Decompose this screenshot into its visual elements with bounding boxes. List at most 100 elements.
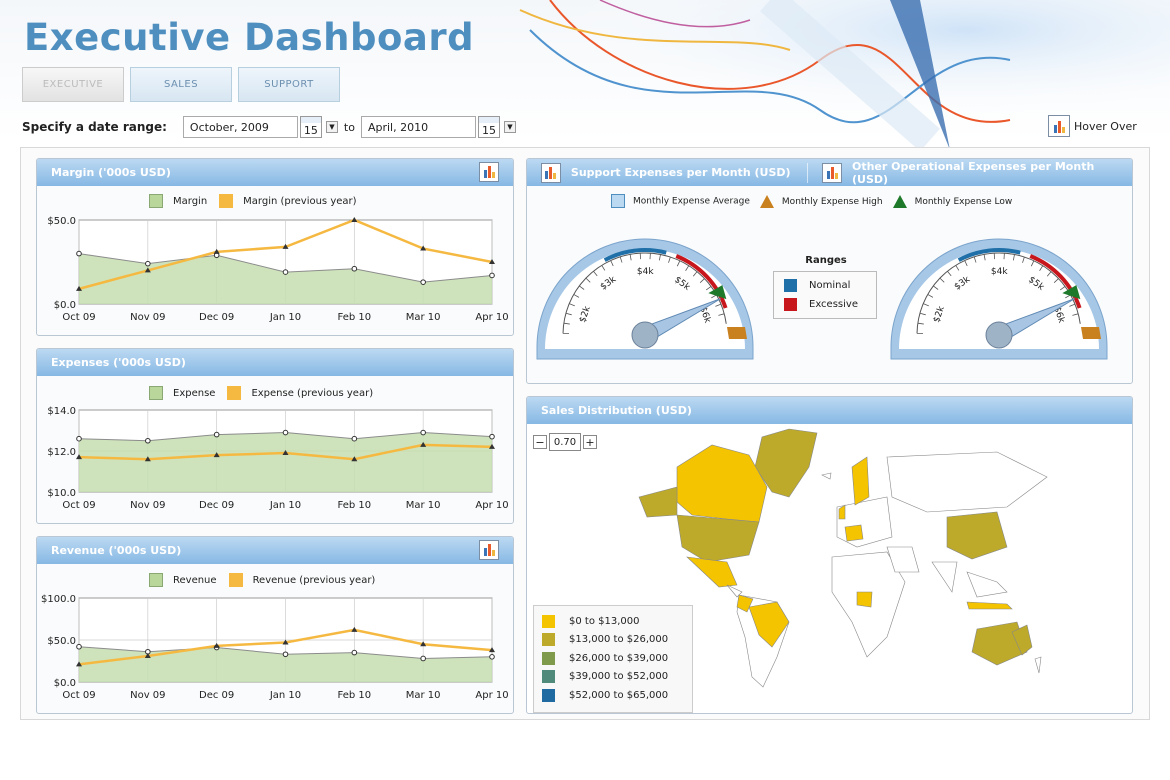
x-tick-label: Jan 10 xyxy=(269,690,301,701)
data-point-current xyxy=(420,279,426,285)
tab-support[interactable]: SUPPORT xyxy=(238,67,340,102)
alaska xyxy=(638,486,678,518)
scandinavia xyxy=(851,456,870,506)
y-tick-label: $100.0 xyxy=(41,594,76,605)
operational-expense-gauge: $2k$3k$4k$5k$6k xyxy=(890,238,1108,360)
data-point-current xyxy=(145,260,151,267)
gauge-legend: Monthly Expense Average Monthly Expense … xyxy=(611,194,1012,208)
southeast-asia xyxy=(966,571,1008,598)
data-point-current xyxy=(351,435,358,442)
x-tick-label: Apr 10 xyxy=(475,690,508,701)
panel-header: Margin ('000s USD) xyxy=(37,159,513,186)
panel-header: Expenses ('000s USD) xyxy=(37,349,513,376)
tab-bar: EXECUTIVE SALES SUPPORT xyxy=(22,67,340,102)
data-point-current xyxy=(282,651,289,658)
x-tick-label: Dec 09 xyxy=(199,312,234,323)
tab-executive[interactable]: EXECUTIVE xyxy=(22,67,124,102)
date-from-input[interactable] xyxy=(182,116,298,138)
y-tick-label: $12.0 xyxy=(47,447,76,458)
date-to-input[interactable] xyxy=(360,116,476,138)
chevron-down-icon[interactable]: ▼ xyxy=(503,121,516,133)
x-tick-label: Nov 09 xyxy=(130,500,165,511)
data-point-current xyxy=(145,437,151,444)
x-tick-label: Mar 10 xyxy=(406,500,441,511)
page-title: Executive Dashboard xyxy=(24,16,475,59)
chart-type-icon[interactable] xyxy=(479,162,499,182)
chart-type-icon[interactable] xyxy=(479,540,499,560)
chart-type-icon[interactable] xyxy=(822,162,842,183)
margin-panel: Margin ('000s USD) Margin Margin (previo… xyxy=(36,158,514,336)
x-tick-label: Feb 10 xyxy=(338,312,372,323)
y-tick-label: $10.0 xyxy=(47,488,76,499)
map-legend-item: $26,000 to $39,000 xyxy=(542,649,684,668)
gauge-tick-label: $4k xyxy=(637,267,654,277)
data-point-current xyxy=(420,655,426,662)
hover-over-toggle[interactable]: Hover Over xyxy=(1048,115,1137,137)
data-point-current xyxy=(489,433,495,440)
x-tick-label: Oct 09 xyxy=(62,312,95,323)
data-point-current xyxy=(76,435,82,442)
china xyxy=(946,511,1008,560)
range-nominal: Nominal xyxy=(784,276,866,295)
y-tick-label: $0.0 xyxy=(54,678,76,689)
map-legend-item: $13,000 to $26,000 xyxy=(542,631,684,650)
mexico xyxy=(686,556,738,588)
ranges-legend: Ranges Nominal Excessive xyxy=(773,255,877,319)
data-point-current xyxy=(351,649,358,656)
data-point-current xyxy=(351,265,358,272)
x-tick-label: Apr 10 xyxy=(475,500,508,511)
chart-type-icon[interactable] xyxy=(541,162,561,183)
x-tick-label: Nov 09 xyxy=(130,690,165,701)
panel-title: Expenses ('000s USD) xyxy=(51,356,186,369)
dashboard-window: Executive Dashboard EXECUTIVE SALES SUPP… xyxy=(0,0,1170,780)
calendar-icon[interactable]: 15 xyxy=(477,116,500,138)
sales-map-panel: Sales Distribution (USD) − 0.70 + $0 to … xyxy=(526,396,1133,714)
x-tick-label: Jan 10 xyxy=(269,312,301,323)
iceland xyxy=(821,472,832,480)
tab-sales[interactable]: SALES xyxy=(130,67,232,102)
data-point-current xyxy=(282,269,289,275)
data-point-current xyxy=(489,272,495,279)
gauge-high-marker xyxy=(727,327,747,339)
gauge-title-left: Support Expenses per Month (USD) xyxy=(570,166,791,179)
y-tick-label: $50.0 xyxy=(47,216,76,227)
range-excessive: Excessive xyxy=(784,295,866,314)
india xyxy=(931,561,958,593)
x-tick-label: Oct 09 xyxy=(62,690,95,701)
panel-title: Margin ('000s USD) xyxy=(51,166,171,179)
new-zealand xyxy=(1034,656,1042,674)
legend-item-average: Monthly Expense Average xyxy=(611,194,750,208)
indonesia xyxy=(966,601,1013,610)
chevron-down-icon[interactable]: ▼ xyxy=(325,121,338,133)
x-tick-label: Mar 10 xyxy=(406,690,441,701)
canada xyxy=(676,444,768,523)
calendar-icon[interactable]: 15 xyxy=(299,116,322,138)
data-point-current xyxy=(76,250,82,257)
map-legend: $0 to $13,000 $13,000 to $26,000 $26,000… xyxy=(533,605,693,713)
gauges-panel: Support Expenses per Month (USD) Other O… xyxy=(526,158,1133,384)
x-tick-label: Apr 10 xyxy=(475,312,508,323)
dashboard-body: Margin ('000s USD) Margin Margin (previo… xyxy=(20,147,1150,720)
y-tick-label: $0.0 xyxy=(54,300,76,311)
legend-item-high: Monthly Expense High xyxy=(759,194,883,208)
map-legend-item: $39,000 to $52,000 xyxy=(542,668,684,687)
y-tick-label: $50.0 xyxy=(47,636,76,647)
support-expense-gauge: $2k$3k$4k$5k$6k xyxy=(536,238,754,360)
panel-header: Revenue ('000s USD) xyxy=(37,537,513,564)
gauge-tick-label: $4k xyxy=(991,267,1008,277)
expenses-panel: Expenses ('000s USD) Expense Expense (pr… xyxy=(36,348,514,524)
hover-over-label: Hover Over xyxy=(1074,119,1137,133)
x-tick-label: Oct 09 xyxy=(62,500,95,511)
data-point-current xyxy=(489,654,495,660)
series-area-current xyxy=(79,432,492,492)
x-tick-label: Mar 10 xyxy=(406,312,441,323)
data-point-current xyxy=(76,643,82,650)
to-label: to xyxy=(343,120,355,134)
x-tick-label: Jan 10 xyxy=(269,500,301,511)
x-tick-label: Feb 10 xyxy=(338,500,372,511)
gauge-hub xyxy=(985,321,1013,349)
usa xyxy=(676,514,760,563)
revenue-panel: Revenue ('000s USD) Revenue Revenue (pre… xyxy=(36,536,514,714)
date-range: Specify a date range: 15 ▼ to 15 ▼ xyxy=(22,116,516,138)
x-tick-label: Dec 09 xyxy=(199,690,234,701)
